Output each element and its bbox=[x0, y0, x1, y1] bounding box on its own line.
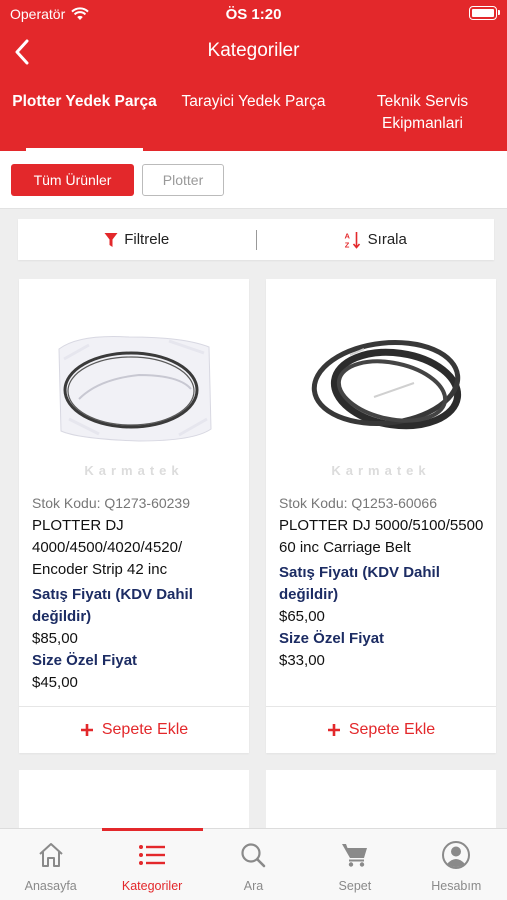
subcategory-filters: Tüm Ürünler Plotter bbox=[0, 151, 507, 209]
product-card[interactable]: Karmatek Stok Kodu: Q1253-60066 PLOTTER … bbox=[266, 279, 496, 753]
special-price-label: Size Özel Fiyat bbox=[279, 630, 385, 647]
category-tabs: Plotter Yedek Parça Tarayici Yedek Parça… bbox=[0, 84, 507, 151]
stock-code: Stok Kodu: Q1253-60066 bbox=[279, 495, 438, 511]
sort-az-icon: A Z bbox=[344, 231, 360, 249]
special-price: $45,00 bbox=[32, 674, 78, 691]
plus-icon bbox=[327, 724, 340, 736]
sort-button[interactable]: A Z Sırala bbox=[257, 231, 495, 249]
app-header: Operatör ÖS 1:20 Kategoriler Plotter Yed… bbox=[0, 0, 507, 151]
filter-button[interactable]: Filtrele bbox=[18, 231, 256, 248]
add-to-cart-label: Sepete Ekle bbox=[101, 721, 189, 738]
product-name: PLOTTER DJ 5000/5100/5500 60 inc Carriag… bbox=[279, 517, 484, 556]
product-details: Stok Kodu: Q1253-60066 PLOTTER DJ 5000/5… bbox=[279, 493, 486, 672]
tabbar-home[interactable]: Anasayfa bbox=[0, 829, 101, 900]
account-icon bbox=[442, 841, 471, 869]
cart-icon bbox=[341, 844, 367, 867]
status-time: ÖS 1:20 bbox=[225, 6, 282, 23]
tab-tarayici-yedek-parca[interactable]: Tarayici Yedek Parça bbox=[169, 84, 338, 151]
status-bar: Operatör ÖS 1:20 bbox=[0, 0, 507, 28]
tab-label: Teknik Servis Ekipmanlari bbox=[376, 93, 469, 132]
tab-label: Plotter Yedek Parça bbox=[12, 93, 157, 110]
sort-label: Sırala bbox=[367, 231, 407, 248]
special-price: $33,00 bbox=[279, 652, 325, 669]
tab-teknik-servis-ekipmanlari[interactable]: Teknik Servis Ekipmanlari bbox=[338, 84, 507, 151]
add-to-cart-button[interactable]: Sepete Ekle bbox=[19, 706, 249, 753]
tabbar-categories[interactable]: Kategoriler bbox=[101, 828, 203, 900]
product-details: Stok Kodu: Q1273-60239 PLOTTER DJ 4000/4… bbox=[32, 493, 239, 694]
search-icon bbox=[241, 843, 266, 868]
sale-price-label: Satış Fiyatı (KDV Dahil değildir) bbox=[279, 564, 440, 603]
tabbar-cart[interactable]: Sepet bbox=[304, 829, 405, 900]
svg-text:A: A bbox=[344, 231, 350, 240]
tabbar-label: Sepet bbox=[338, 879, 372, 893]
plotter-chip[interactable]: Plotter bbox=[142, 164, 224, 196]
product-name: PLOTTER DJ 4000/4500/4020/4520/ Encoder … bbox=[32, 517, 183, 578]
funnel-icon bbox=[104, 232, 118, 247]
bottom-tab-bar: Anasayfa Kategoriler Ara Sepet Hesabım bbox=[0, 828, 507, 900]
add-to-cart-label: Sepete Ekle bbox=[348, 721, 436, 738]
tabbar-label: Ara bbox=[243, 879, 264, 893]
special-price-label: Size Özel Fiyat bbox=[32, 652, 138, 669]
product-card-partial[interactable] bbox=[19, 770, 249, 830]
product-card-partial[interactable] bbox=[266, 770, 496, 830]
brand-watermark: Karmatek bbox=[331, 463, 431, 478]
tabbar-search[interactable]: Ara bbox=[203, 829, 304, 900]
active-tab-indicator bbox=[102, 828, 203, 831]
filter-sort-toolbar: Filtrele A Z Sırala bbox=[18, 219, 494, 260]
product-image-carriage-belt: Karmatek bbox=[266, 279, 496, 489]
battery-icon bbox=[469, 6, 500, 20]
brand-watermark: Karmatek bbox=[84, 463, 184, 478]
list-icon bbox=[139, 845, 166, 865]
tabbar-account[interactable]: Hesabım bbox=[406, 829, 507, 900]
tab-label: Tarayici Yedek Parça bbox=[181, 93, 326, 110]
filter-label: Filtrele bbox=[124, 231, 170, 248]
home-icon bbox=[39, 843, 63, 867]
product-card[interactable]: Karmatek Stok Kodu: Q1273-60239 PLOTTER … bbox=[19, 279, 249, 753]
plus-icon bbox=[80, 724, 93, 736]
sale-price-label: Satış Fiyatı (KDV Dahil değildir) bbox=[32, 586, 193, 625]
product-image-encoder-strip: Karmatek bbox=[19, 279, 249, 489]
sale-price: $85,00 bbox=[32, 630, 78, 647]
tab-plotter-yedek-parca[interactable]: Plotter Yedek Parça bbox=[0, 84, 169, 151]
add-to-cart-button[interactable]: Sepete Ekle bbox=[266, 706, 496, 753]
tabbar-label: Kategoriler bbox=[121, 879, 183, 893]
sale-price: $65,00 bbox=[279, 608, 325, 625]
tabbar-label: Hesabım bbox=[431, 879, 482, 893]
stock-code: Stok Kodu: Q1273-60239 bbox=[32, 495, 191, 511]
svg-text:Z: Z bbox=[344, 240, 349, 249]
tabbar-label: Anasayfa bbox=[24, 879, 77, 893]
all-products-chip[interactable]: Tüm Ürünler bbox=[11, 164, 134, 196]
page-title: Kategoriler bbox=[207, 40, 300, 61]
